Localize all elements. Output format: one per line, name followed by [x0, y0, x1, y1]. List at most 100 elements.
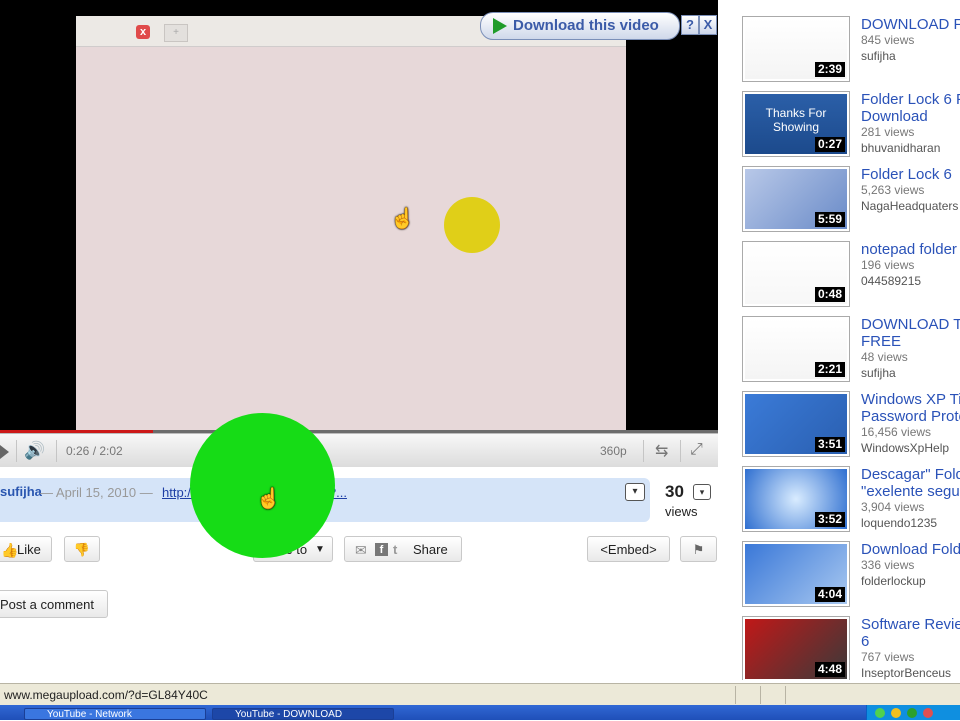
related-video-item[interactable]: 3:51 Windows XP Ti Password Prote 16,456 vi…	[742, 375, 960, 457]
title-line: "exelente segu	[861, 483, 960, 500]
related-video-item[interactable]: 5:59 Folder Lock 6 5,263 views NagaHeadquat…	[742, 150, 960, 232]
related-video-item[interactable]: 4:04 Download Fold 336 views folderlockup	[742, 525, 960, 607]
related-video-views: 3,904 views	[861, 500, 925, 514]
tray-icon[interactable]	[875, 708, 885, 718]
inner-close-icon[interactable]: x	[136, 25, 150, 39]
close-banner-button[interactable]: X	[699, 15, 717, 35]
taskbar-item-1[interactable]: YouTube - Network	[24, 708, 206, 720]
related-video-author[interactable]: NagaHeadquaters	[861, 199, 958, 213]
related-video-views: 845 views	[861, 33, 915, 47]
hand-cursor-icon: ☝	[390, 208, 415, 230]
quality-selector[interactable]: 360p	[600, 444, 627, 458]
share-button[interactable]: ✉ f t Share	[344, 536, 462, 562]
title-line: Download	[861, 108, 928, 125]
status-divider	[735, 686, 736, 704]
video-thumbnail[interactable]: 5:59	[742, 166, 850, 232]
title-line: Folder Lock 6 F	[861, 91, 960, 108]
related-video-title[interactable]: DOWNLOAD T FREE	[861, 316, 960, 350]
related-video-title[interactable]: Windows XP Ti Password Prote	[861, 391, 960, 425]
play-icon[interactable]	[0, 445, 9, 459]
twitter-icon[interactable]: t	[393, 537, 397, 563]
time-display: 0:26 / 2:02	[66, 444, 123, 458]
related-video-title[interactable]: Folder Lock 6	[861, 166, 960, 183]
video-thumbnail[interactable]: 3:52	[742, 466, 850, 532]
windows-taskbar: YouTube - Network YouTube - DOWNLOAD	[0, 705, 960, 720]
control-divider	[680, 440, 681, 462]
title-line: Software Review	[861, 616, 960, 633]
video-thumbnail[interactable]: 3:51	[742, 391, 850, 457]
views-stats-icon[interactable]: ▾	[693, 484, 711, 500]
video-player[interactable]: x + ☝ Download this video ? X 🔊 0:26 / 2…	[0, 0, 718, 467]
views-count: 30	[665, 482, 684, 501]
uploader-link[interactable]: sufijha	[0, 484, 42, 499]
related-video-views: 767 views	[861, 650, 915, 664]
like-button[interactable]: 👍 Like	[0, 536, 52, 562]
control-divider	[56, 440, 57, 462]
related-video-title[interactable]: Descagar" Fold "exelente segu	[861, 466, 960, 500]
tray-icon[interactable]	[907, 708, 917, 718]
related-video-title[interactable]: notepad folder l	[861, 241, 960, 258]
video-thumbnail[interactable]: 2:39	[742, 16, 850, 82]
upload-date: — April 15, 2010 —	[40, 485, 153, 500]
dislike-button[interactable]: 👎	[64, 536, 100, 562]
embed-button[interactable]: <Embed>	[587, 536, 670, 562]
video-thumbnail[interactable]: 0:48	[742, 241, 850, 307]
taskbar-item-2[interactable]: YouTube - DOWNLOAD	[212, 708, 394, 720]
title-line: Descagar" Fold	[861, 466, 960, 483]
related-video-views: 48 views	[861, 350, 908, 364]
related-video-item[interactable]: 4:48 Software Review6767 views InseptorBen…	[742, 600, 960, 680]
expand-description-icon[interactable]: ▾	[625, 483, 645, 501]
inner-plus-icon[interactable]: +	[164, 24, 188, 42]
popout-icon[interactable]: ⇆	[655, 441, 668, 461]
video-content[interactable]: x + ☝	[76, 16, 626, 430]
tray-icon[interactable]	[923, 708, 933, 718]
browser-status-bar: www.megaupload.com/?d=GL84Y40C	[0, 683, 960, 706]
title-line: Folder Lock 6	[861, 166, 952, 183]
email-icon[interactable]: ✉	[355, 537, 367, 563]
video-thumbnail[interactable]: 4:48	[742, 616, 850, 680]
video-thumbnail[interactable]: 4:04	[742, 541, 850, 607]
video-thumbnail[interactable]: Thanks For Showing 0:27	[742, 91, 850, 157]
system-tray	[866, 705, 960, 720]
related-video-author[interactable]: folderlockup	[861, 574, 926, 588]
related-video-views: 196 views	[861, 258, 915, 272]
hand-cursor-icon: ☝	[256, 488, 281, 510]
title-line: DOWNLOAD T	[861, 316, 960, 333]
related-video-item[interactable]: Thanks For Showing 0:27 Folder Lock 6 F Dow…	[742, 75, 960, 157]
related-video-title[interactable]: Download Fold	[861, 541, 960, 558]
chevron-down-icon: ▼	[315, 544, 325, 555]
related-video-item[interactable]: 2:21 DOWNLOAD T FREE 48 views sufijha	[742, 300, 960, 382]
like-label: Like	[17, 542, 41, 557]
related-video-author[interactable]: InseptorBenceus	[861, 666, 951, 680]
download-video-label: Download this video	[513, 17, 659, 34]
title-line: Password Prote	[861, 408, 960, 425]
play-arrow-icon	[493, 18, 507, 34]
player-controls: 🔊 0:26 / 2:02 360p ⇆ ⤢	[0, 433, 718, 467]
control-divider	[16, 440, 17, 462]
related-video-item[interactable]: 2:39 DOWNLOAD F 845 views sufijha	[742, 0, 960, 82]
cursor-highlight-yellow	[444, 197, 500, 253]
status-url: www.megaupload.com/?d=GL84Y40C	[4, 688, 208, 702]
title-line: DOWNLOAD F	[861, 16, 960, 33]
related-video-views: 281 views	[861, 125, 915, 139]
flag-button[interactable]: ⚑	[680, 536, 717, 562]
post-comment-button[interactable]: Post a comment	[0, 590, 108, 618]
status-divider	[760, 686, 761, 704]
volume-icon[interactable]: 🔊	[24, 441, 45, 461]
related-video-author[interactable]: 044589215	[861, 274, 921, 288]
related-video-item[interactable]: 0:48 notepad folder l 196 views 044589215	[742, 225, 960, 307]
help-button[interactable]: ?	[681, 15, 699, 35]
share-label: Share	[413, 542, 448, 557]
related-video-title[interactable]: Software Review6	[861, 616, 960, 650]
fullscreen-icon[interactable]: ⤢	[690, 441, 703, 459]
related-video-author[interactable]: sufijha	[861, 49, 896, 63]
video-thumbnail[interactable]: 2:21	[742, 316, 850, 382]
related-videos-list: 2:39 DOWNLOAD F 845 views sufijha Thanks For…	[742, 0, 960, 680]
facebook-icon[interactable]: f	[375, 543, 388, 556]
related-video-title[interactable]: DOWNLOAD F	[861, 16, 960, 33]
related-video-item[interactable]: 3:52 Descagar" Fold "exelente segu 3,904 vi…	[742, 450, 960, 532]
tray-icon[interactable]	[891, 708, 901, 718]
related-video-title[interactable]: Folder Lock 6 F Download	[861, 91, 960, 125]
views-box: 30 ▾ views	[657, 478, 717, 522]
download-video-button[interactable]: Download this video	[480, 12, 680, 40]
